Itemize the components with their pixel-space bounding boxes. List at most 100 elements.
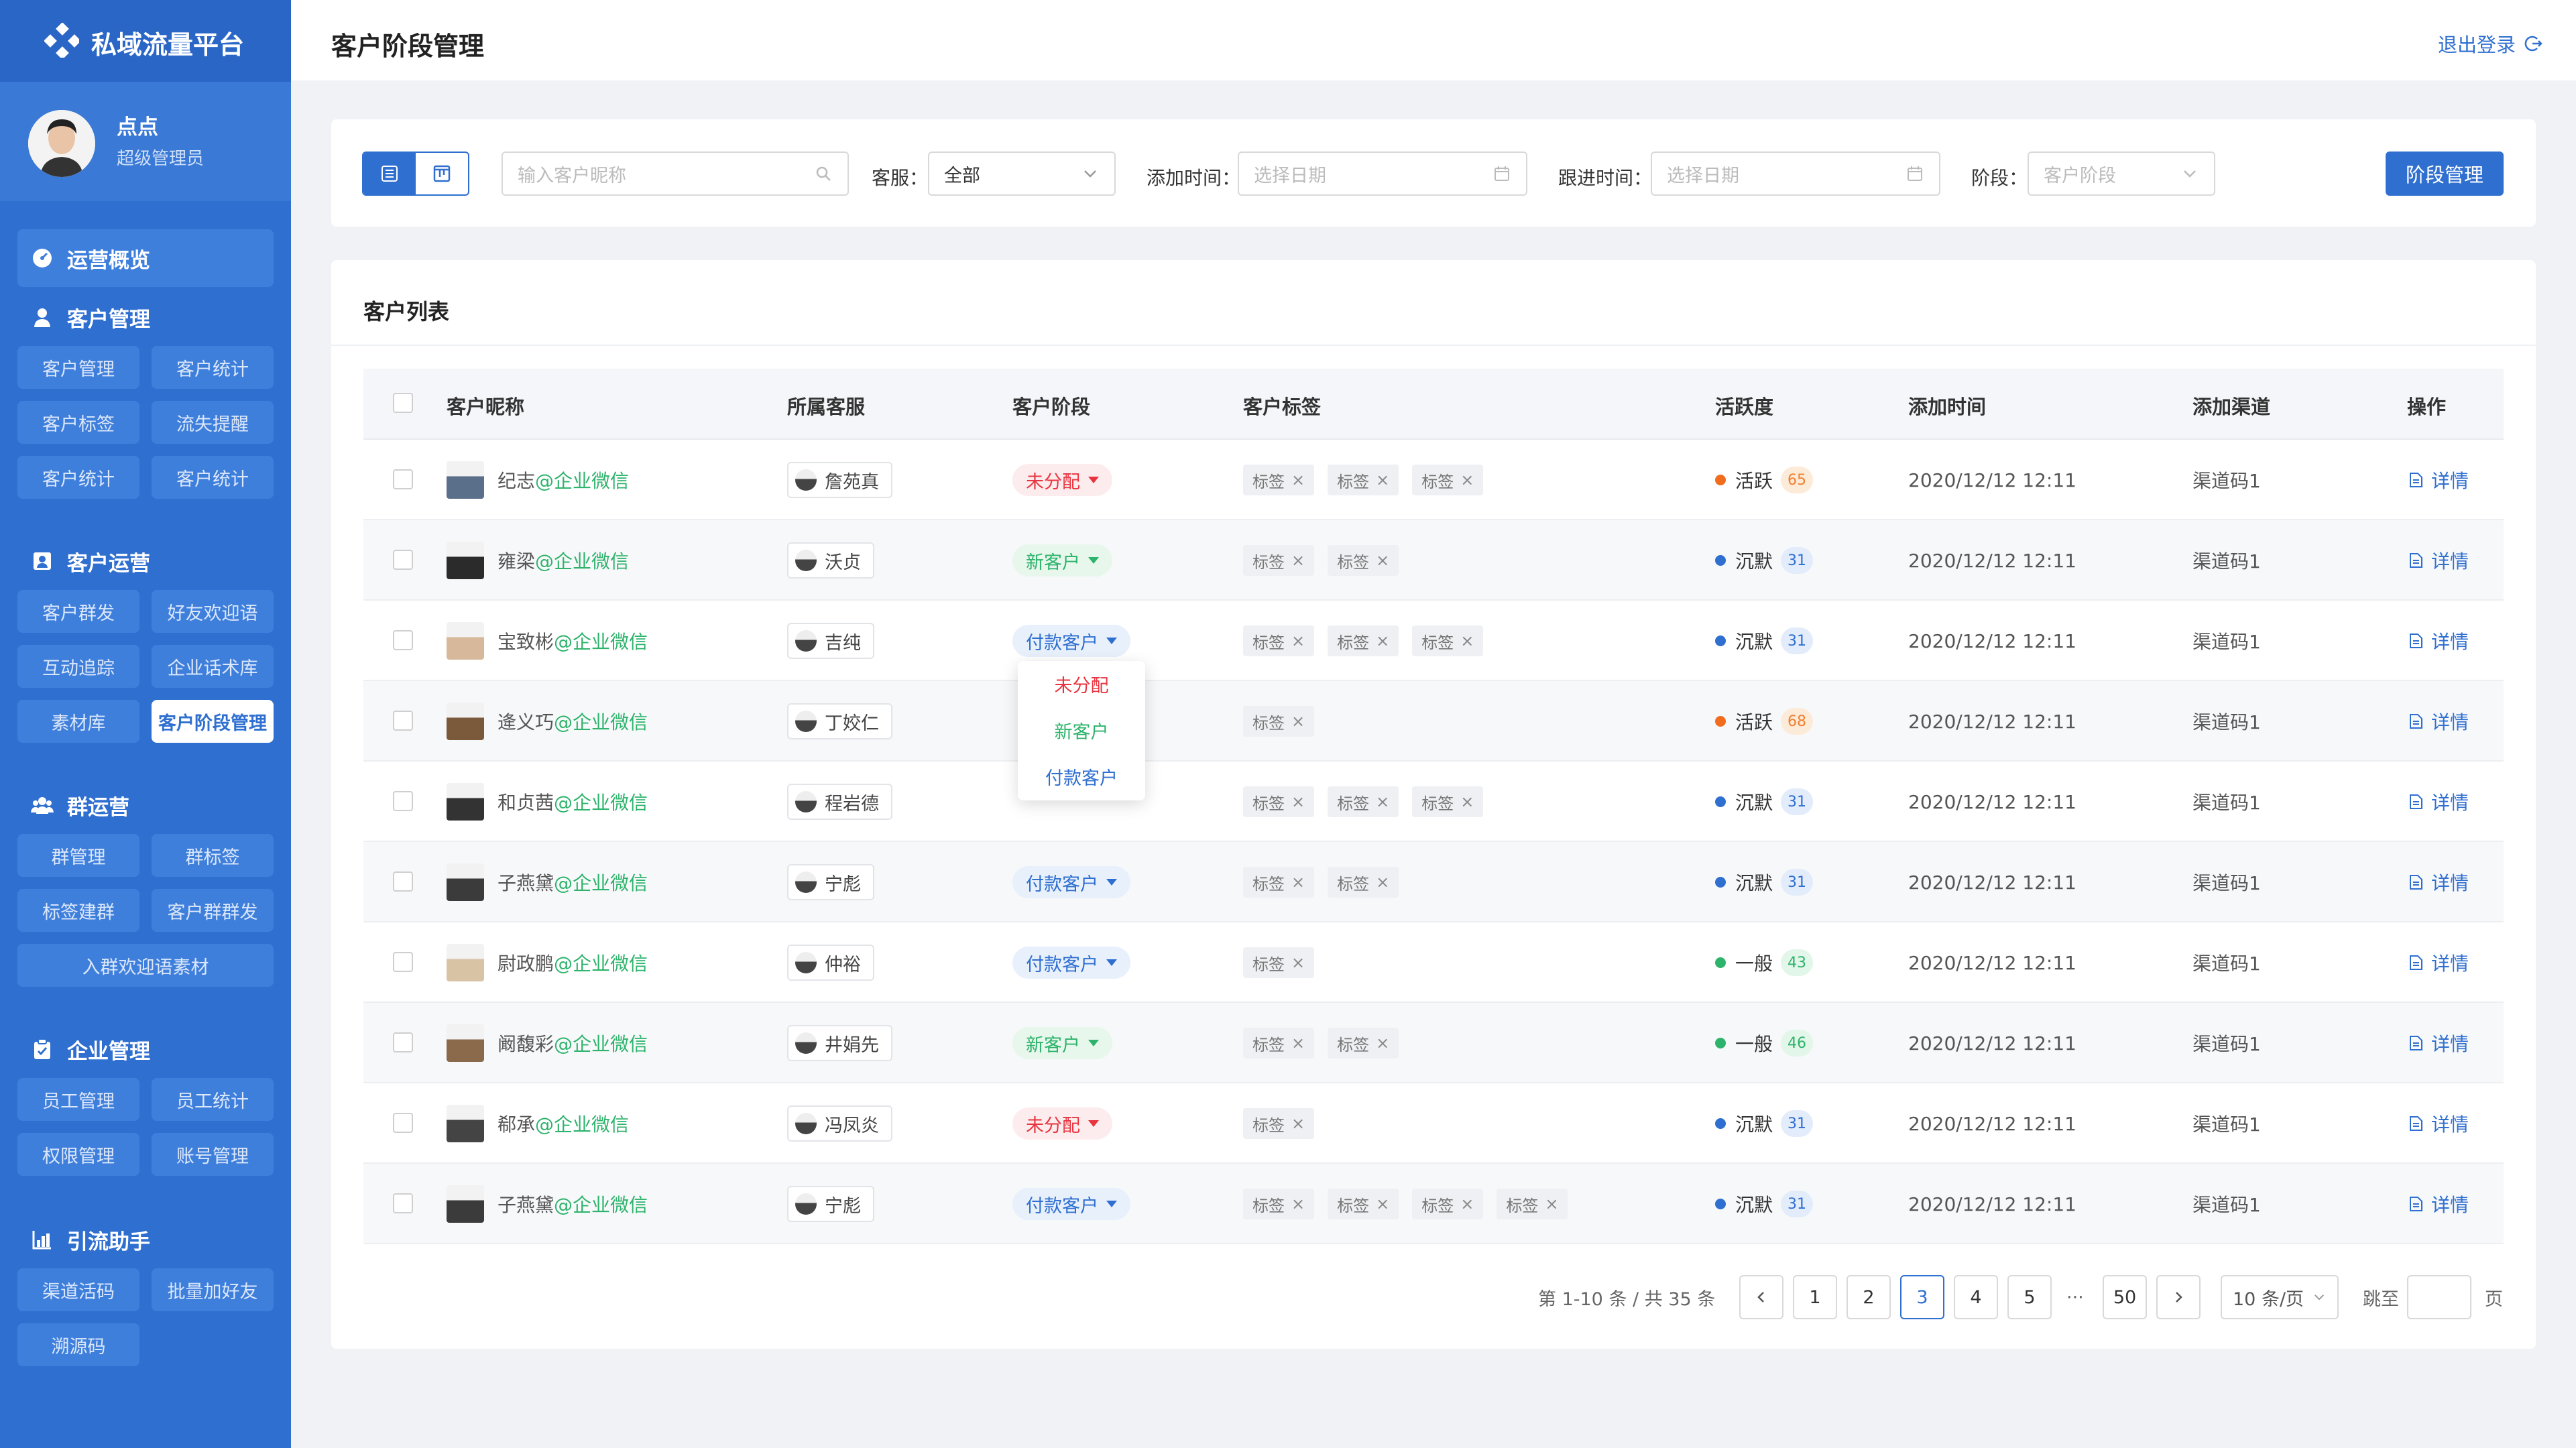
add-time-picker[interactable]: 选择日期: [1238, 152, 1527, 196]
sidebar-item-customer-stats-3[interactable]: 客户统计: [152, 456, 274, 499]
detail-link[interactable]: 详情: [2407, 1083, 2469, 1164]
row-checkbox[interactable]: [393, 1193, 413, 1213]
stage-select-button[interactable]: 付款客户: [1012, 866, 1130, 898]
follow-time-picker[interactable]: 选择日期: [1651, 152, 1940, 196]
close-icon[interactable]: ×: [1545, 1195, 1558, 1213]
stage-option-new[interactable]: 新客户: [1018, 707, 1145, 753]
prev-page-button[interactable]: [1739, 1275, 1783, 1319]
sidebar-item-staff-stats[interactable]: 员工统计: [152, 1078, 274, 1121]
stage-option-unassigned[interactable]: 未分配: [1018, 661, 1145, 707]
nav-group-customer[interactable]: 客户管理: [17, 288, 274, 346]
nav-group-enterprise[interactable]: 企业管理: [17, 1020, 274, 1078]
page-size-select[interactable]: 10 条/页: [2221, 1275, 2339, 1319]
stage-select-button[interactable]: 未分配: [1012, 1107, 1112, 1140]
stage-select-button[interactable]: 新客户: [1012, 544, 1112, 577]
close-icon[interactable]: ×: [1376, 471, 1389, 489]
detail-link[interactable]: 详情: [2407, 922, 2469, 1003]
sidebar-item-customer-stats-2[interactable]: 客户统计: [17, 456, 139, 499]
stage-select[interactable]: 客户阶段: [2028, 152, 2215, 196]
close-icon[interactable]: ×: [1291, 551, 1305, 570]
row-checkbox[interactable]: [393, 952, 413, 972]
sidebar-item-stage-management[interactable]: 客户阶段管理: [152, 700, 274, 743]
close-icon[interactable]: ×: [1376, 873, 1389, 892]
sidebar-item-customer-stats[interactable]: 客户统计: [152, 346, 274, 389]
detail-link[interactable]: 详情: [2407, 1003, 2469, 1083]
page-button[interactable]: 3: [1900, 1275, 1944, 1319]
close-icon[interactable]: ×: [1291, 792, 1305, 811]
logout-button[interactable]: 退出登录: [2438, 29, 2542, 58]
close-icon[interactable]: ×: [1460, 471, 1474, 489]
row-checkbox[interactable]: [393, 550, 413, 570]
row-checkbox[interactable]: [393, 1113, 413, 1133]
nav-group-operation[interactable]: 客户运营: [17, 532, 274, 590]
sidebar-item-channel-code[interactable]: 渠道活码: [17, 1268, 139, 1311]
stage-management-button[interactable]: 阶段管理: [2386, 152, 2504, 196]
sidebar-item-group-manage[interactable]: 群管理: [17, 834, 139, 877]
row-checkbox[interactable]: [393, 791, 413, 811]
stage-select-button[interactable]: 未分配: [1012, 464, 1112, 496]
detail-link[interactable]: 详情: [2407, 842, 2469, 922]
stage-select-button[interactable]: 新客户: [1012, 1027, 1112, 1059]
close-icon[interactable]: ×: [1291, 1195, 1305, 1213]
sidebar-item-group-tags[interactable]: 群标签: [152, 834, 274, 877]
select-all-checkbox[interactable]: [393, 393, 413, 413]
close-icon[interactable]: ×: [1291, 953, 1305, 972]
next-page-button[interactable]: [2156, 1275, 2201, 1319]
sidebar-item-welcome-msg[interactable]: 好友欢迎语: [152, 590, 274, 633]
stage-select-button[interactable]: 付款客户: [1012, 625, 1130, 657]
sidebar-item-script-library[interactable]: 企业话术库: [152, 645, 274, 688]
close-icon[interactable]: ×: [1376, 631, 1389, 650]
close-icon[interactable]: ×: [1460, 792, 1474, 811]
sidebar-item-churn-alert[interactable]: 流失提醒: [152, 401, 274, 444]
page-button[interactable]: 5: [2007, 1275, 2052, 1319]
close-icon[interactable]: ×: [1291, 873, 1305, 892]
detail-link[interactable]: 详情: [2407, 1164, 2469, 1244]
detail-link[interactable]: 详情: [2407, 440, 2469, 520]
close-icon[interactable]: ×: [1291, 1114, 1305, 1133]
close-icon[interactable]: ×: [1291, 631, 1305, 650]
stage-option-paid[interactable]: 付款客户: [1018, 753, 1145, 800]
close-icon[interactable]: ×: [1460, 631, 1474, 650]
sidebar-item-batch-add[interactable]: 批量加好友: [152, 1268, 274, 1311]
close-icon[interactable]: ×: [1376, 1195, 1389, 1213]
board-view-button[interactable]: [416, 153, 468, 194]
sidebar-item-customer-tags[interactable]: 客户标签: [17, 401, 139, 444]
page-button[interactable]: 2: [1847, 1275, 1891, 1319]
agent-select[interactable]: 全部: [928, 152, 1116, 196]
sidebar-item-trace-code[interactable]: 溯源码: [17, 1323, 139, 1366]
row-checkbox[interactable]: [393, 871, 413, 892]
detail-link[interactable]: 详情: [2407, 601, 2469, 681]
sidebar-item-join-welcome[interactable]: 入群欢迎语素材: [17, 944, 274, 987]
sidebar-item-account[interactable]: 账号管理: [152, 1133, 274, 1176]
sidebar-item-group-mass-send[interactable]: 客户群群发: [152, 889, 274, 932]
stage-select-button[interactable]: 付款客户: [1012, 947, 1130, 979]
search-input[interactable]: 输入客户昵称: [502, 152, 849, 196]
close-icon[interactable]: ×: [1460, 1195, 1474, 1213]
close-icon[interactable]: ×: [1291, 1034, 1305, 1052]
close-icon[interactable]: ×: [1376, 1034, 1389, 1052]
detail-link[interactable]: 详情: [2407, 681, 2469, 762]
close-icon[interactable]: ×: [1376, 551, 1389, 570]
stage-select-button[interactable]: 付款客户: [1012, 1188, 1130, 1220]
sidebar-item-tag-build-group[interactable]: 标签建群: [17, 889, 139, 932]
row-checkbox[interactable]: [393, 469, 413, 489]
sidebar-item-permission[interactable]: 权限管理: [17, 1133, 139, 1176]
sidebar-item-material-library[interactable]: 素材库: [17, 700, 139, 743]
row-checkbox[interactable]: [393, 630, 413, 650]
sidebar-item-mass-send[interactable]: 客户群发: [17, 590, 139, 633]
close-icon[interactable]: ×: [1291, 471, 1305, 489]
close-icon[interactable]: ×: [1376, 792, 1389, 811]
close-icon[interactable]: ×: [1291, 712, 1305, 731]
pagination-ellipsis[interactable]: ···: [2066, 1275, 2084, 1319]
list-view-button[interactable]: [363, 153, 416, 194]
sidebar-item-interaction-tracking[interactable]: 互动追踪: [17, 645, 139, 688]
page-button[interactable]: 4: [1954, 1275, 1998, 1319]
sidebar-item-customer-manage[interactable]: 客户管理: [17, 346, 139, 389]
nav-overview[interactable]: 运营概览: [17, 229, 274, 287]
page-button[interactable]: 1: [1793, 1275, 1837, 1319]
detail-link[interactable]: 详情: [2407, 762, 2469, 842]
user-card[interactable]: 点点 超级管理员: [0, 82, 291, 201]
jump-page-input[interactable]: [2407, 1275, 2471, 1319]
nav-group-traffic[interactable]: 引流助手: [17, 1211, 274, 1268]
row-checkbox[interactable]: [393, 711, 413, 731]
